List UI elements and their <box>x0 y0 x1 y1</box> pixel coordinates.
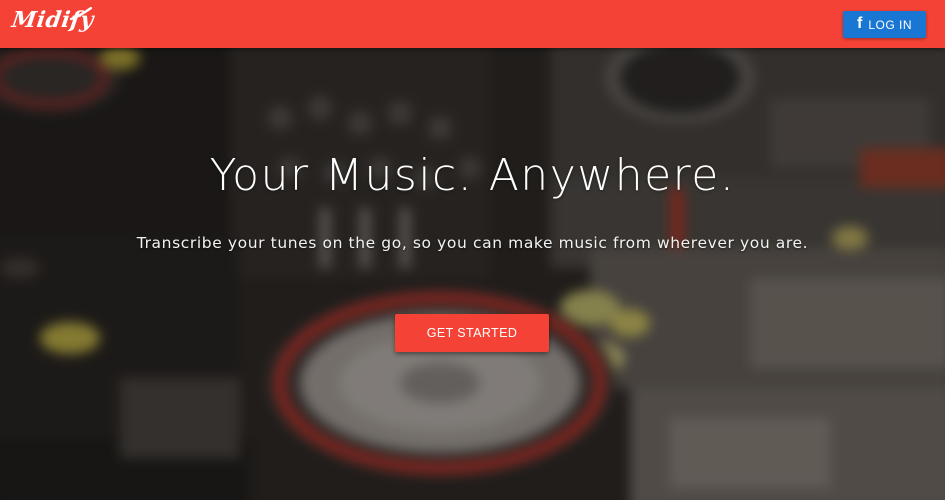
get-started-label: GET STARTED <box>426 326 518 340</box>
hero-title: Your Music. Anywhere. <box>209 150 736 201</box>
get-started-button[interactable]: GET STARTED <box>395 314 549 352</box>
top-navbar: Midify f LOG IN <box>0 0 945 48</box>
facebook-icon: f <box>856 14 863 32</box>
landing-page: Midify f LOG IN Your Music. Anywhere. Tr… <box>0 0 945 500</box>
hero-dark-overlay <box>0 48 945 500</box>
facebook-login-button[interactable]: f LOG IN <box>843 11 926 38</box>
logo-swoosh-icon <box>70 7 92 21</box>
login-button-label: LOG IN <box>868 17 912 32</box>
hero-subtitle: Transcribe your tunes on the go, so you … <box>136 234 809 252</box>
